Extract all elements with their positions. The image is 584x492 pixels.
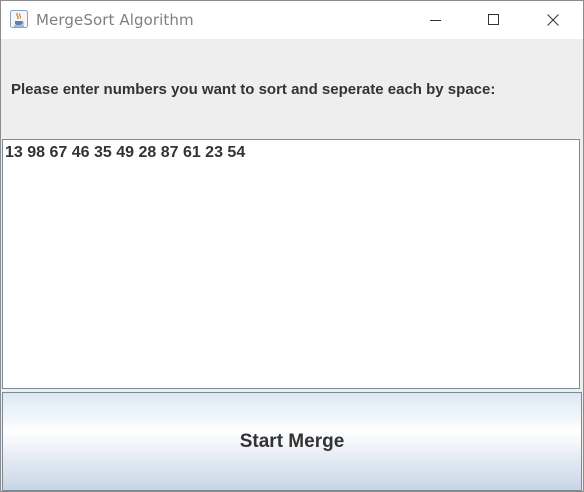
start-merge-button-label: Start Merge bbox=[239, 430, 345, 452]
close-icon bbox=[547, 14, 559, 26]
app-window: MergeSort Algorithm Please enter numbers… bbox=[0, 0, 584, 492]
minimize-button[interactable] bbox=[413, 1, 459, 39]
minimize-icon bbox=[430, 20, 441, 21]
java-cup-icon bbox=[10, 10, 28, 28]
numbers-input[interactable]: 13 98 67 46 35 49 28 87 61 23 54 bbox=[2, 139, 580, 389]
title-bar[interactable]: MergeSort Algorithm bbox=[1, 1, 583, 39]
input-prompt-label: Please enter numbers you want to sort an… bbox=[11, 81, 496, 98]
window-title: MergeSort Algorithm bbox=[36, 11, 194, 29]
close-button[interactable] bbox=[530, 1, 576, 39]
maximize-button[interactable] bbox=[471, 1, 517, 39]
maximize-icon bbox=[488, 14, 499, 25]
start-merge-button[interactable]: Start Merge bbox=[2, 392, 582, 491]
